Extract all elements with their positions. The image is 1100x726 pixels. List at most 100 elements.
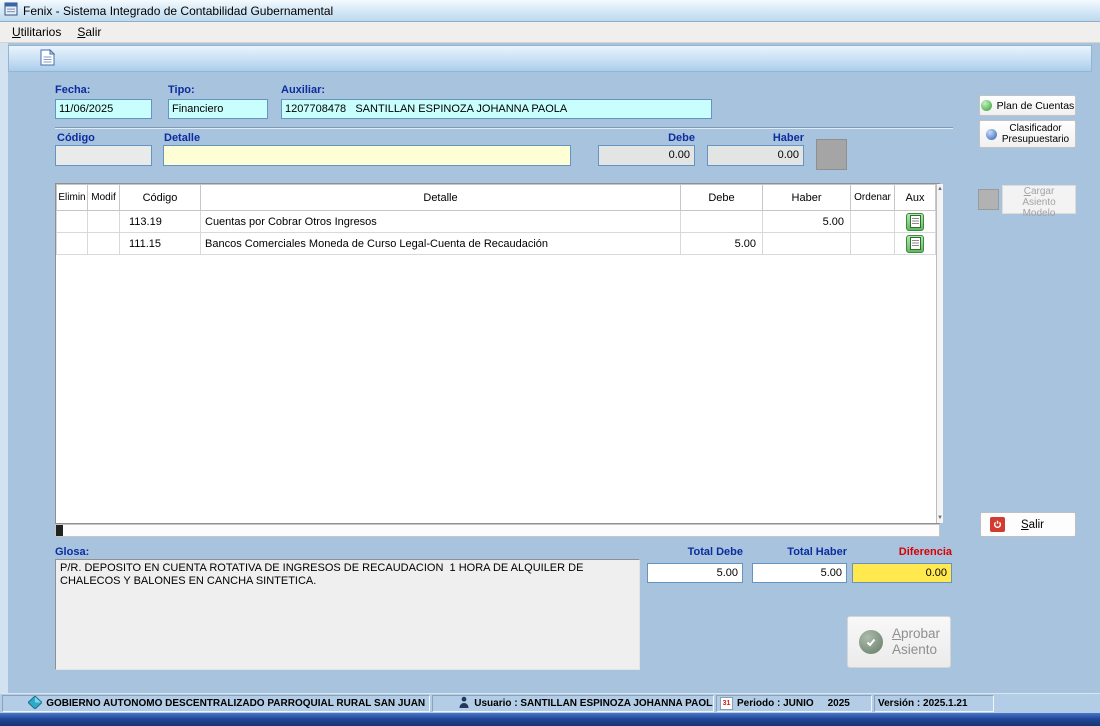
app-icon: [4, 2, 18, 19]
total-debe-label: Total Debe: [647, 546, 743, 558]
col-elimin: Elimin: [57, 185, 88, 211]
diferencia-field: 0.00: [852, 563, 952, 583]
menu-salir[interactable]: Salir: [69, 23, 109, 41]
horizontal-scrollbar[interactable]: [55, 524, 940, 537]
blue-sphere-icon: [986, 129, 997, 140]
scroll-down-icon[interactable]: ▼: [937, 515, 943, 521]
entity-name: GOBIERNO AUTONOMO DESCENTRALIZADO PARROQ…: [46, 698, 425, 709]
user-name: Usuario : SANTILLAN ESPINOZA JOHANNA PAO…: [474, 698, 714, 709]
total-haber-field: 5.00: [752, 563, 847, 583]
plan-de-cuentas-button[interactable]: Plan de Cuentas: [979, 95, 1076, 116]
auxiliar-label: Auxiliar:: [281, 84, 325, 96]
codigo-label: Código: [57, 132, 95, 144]
codigo-cell: 111.15: [120, 233, 201, 255]
power-icon: [990, 517, 1005, 532]
aprobar-label: Aprobar Asiento: [892, 626, 940, 658]
fecha-label: Fecha:: [55, 84, 90, 96]
cargar-asiento-label: Cargar Asiento Modelo: [1006, 186, 1072, 219]
elimin-cell[interactable]: [57, 211, 88, 233]
elimin-cell[interactable]: [57, 233, 88, 255]
codigo-cell: 113.19: [120, 211, 201, 233]
status-period-panel: 31 Periodo : JUNIO 2025: [716, 695, 872, 712]
check-icon: [859, 630, 883, 654]
tipo-input[interactable]: [168, 99, 268, 119]
modif-cell[interactable]: [88, 211, 120, 233]
aux-document-button[interactable]: [906, 213, 924, 231]
codigo-input[interactable]: [55, 145, 152, 166]
ordenar-cell[interactable]: [851, 211, 895, 233]
status-version-panel: Versión : 2025.1.21: [874, 695, 994, 712]
windows-taskbar[interactable]: [0, 713, 1100, 726]
document-icon: [40, 49, 55, 69]
aux-document-button[interactable]: [906, 235, 924, 253]
col-haber: Haber: [763, 185, 851, 211]
status-user-panel: Usuario : SANTILLAN ESPINOZA JOHANNA PAO…: [432, 695, 714, 712]
entries-tbody: 113.19Cuentas por Cobrar Otros Ingresos5…: [57, 211, 936, 255]
total-haber-label: Total Haber: [752, 546, 847, 558]
menu-bar: Utilitarios Salir: [0, 22, 1100, 43]
debe-label: Debe: [598, 132, 695, 144]
haber-label: Haber: [707, 132, 804, 144]
table-row: 111.15Bancos Comerciales Moneda de Curso…: [57, 233, 936, 255]
main-area: Fecha: Tipo: Auxiliar: Plan de Cuentas C…: [0, 43, 1100, 693]
scroll-up-icon[interactable]: ▲: [937, 186, 943, 192]
col-modif: Modif: [88, 185, 120, 211]
debe-cell: 5.00: [681, 233, 763, 255]
status-filler-panel: [996, 695, 1098, 712]
clasificador-presupuestario-button[interactable]: Clasificador Presupuestario: [979, 120, 1076, 148]
col-codigo: Código: [120, 185, 201, 211]
debe-cell: [681, 211, 763, 233]
total-debe-field: 5.00: [647, 563, 743, 583]
col-detalle: Detalle: [201, 185, 681, 211]
cargar-asiento-modelo-button[interactable]: Cargar Asiento Modelo: [1002, 185, 1076, 214]
col-aux: Aux: [895, 185, 936, 211]
ordenar-cell[interactable]: [851, 233, 895, 255]
toolbar: [8, 45, 1092, 72]
entries-grid: Elimin Modif Código Detalle Debe Haber O…: [55, 183, 940, 524]
auxiliar-input[interactable]: [281, 99, 712, 119]
new-document-button[interactable]: [37, 49, 57, 69]
detalle-label: Detalle: [164, 132, 200, 144]
title-bar[interactable]: Fenix - Sistema Integrado de Contabilida…: [0, 0, 1100, 22]
cargar-asiento-icon-button[interactable]: [978, 189, 999, 210]
status-entity-panel: GOBIERNO AUTONOMO DESCENTRALIZADO PARROQ…: [2, 695, 430, 712]
plan-de-cuentas-label: Plan de Cuentas: [997, 100, 1075, 112]
detalle-cell: Cuentas por Cobrar Otros Ingresos: [201, 211, 681, 233]
menu-utilitarios[interactable]: Utilitarios: [4, 23, 69, 41]
entity-diamond-icon: [6, 695, 42, 712]
modif-cell[interactable]: [88, 233, 120, 255]
status-bar: GOBIERNO AUTONOMO DESCENTRALIZADO PARROQ…: [0, 693, 1100, 713]
col-ordenar: Ordenar: [851, 185, 895, 211]
haber-cell: 5.00: [763, 211, 851, 233]
debe-display: 0.00: [598, 145, 695, 166]
window-left-edge: [0, 43, 8, 693]
clasificador-label: Clasificador Presupuestario: [1002, 123, 1069, 145]
fecha-input[interactable]: [55, 99, 152, 119]
window-title: Fenix - Sistema Integrado de Contabilida…: [23, 4, 333, 18]
version-text: Versión : 2025.1.21: [878, 698, 968, 709]
salir-label: Salir: [1021, 519, 1044, 531]
aux-cell: [895, 233, 936, 255]
diferencia-label: Diferencia: [852, 546, 952, 558]
aprobar-asiento-button[interactable]: Aprobar Asiento: [847, 616, 951, 668]
entries-table: Elimin Modif Código Detalle Debe Haber O…: [56, 184, 936, 255]
detalle-input[interactable]: [163, 145, 571, 166]
green-sphere-icon: [981, 100, 992, 111]
horizontal-scroll-thumb[interactable]: [56, 525, 63, 536]
entry-action-button[interactable]: [816, 139, 847, 170]
calendar-icon: 31: [720, 697, 733, 710]
vertical-scrollbar[interactable]: ▲ ▼: [936, 184, 943, 523]
haber-cell: [763, 233, 851, 255]
user-icon: [436, 695, 470, 712]
salir-button[interactable]: Salir: [980, 512, 1076, 537]
period-text: Periodo : JUNIO 2025: [737, 698, 850, 709]
detalle-cell: Bancos Comerciales Moneda de Curso Legal…: [201, 233, 681, 255]
col-debe: Debe: [681, 185, 763, 211]
glosa-textarea[interactable]: P/R. DEPOSITO EN CUENTA ROTATIVA DE INGR…: [55, 559, 640, 670]
table-row: 113.19Cuentas por Cobrar Otros Ingresos 5…: [57, 211, 936, 233]
haber-display: 0.00: [707, 145, 804, 166]
aux-cell: [895, 211, 936, 233]
tipo-label: Tipo:: [168, 84, 195, 96]
glosa-label: Glosa:: [55, 546, 89, 558]
table-header-row: Elimin Modif Código Detalle Debe Haber O…: [57, 185, 936, 211]
